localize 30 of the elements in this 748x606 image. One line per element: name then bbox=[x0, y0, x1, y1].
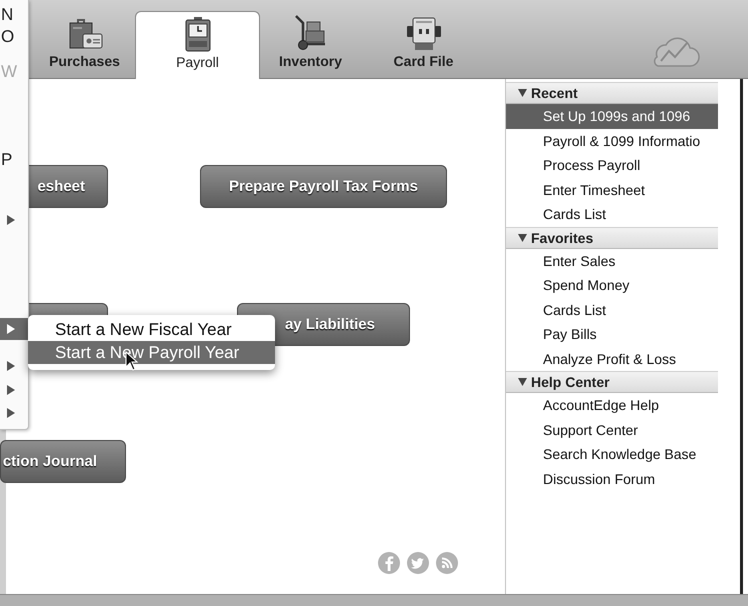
section-header[interactable]: Recent bbox=[506, 82, 718, 104]
submenu-arrow-icon bbox=[7, 408, 15, 418]
panel-link[interactable]: Enter Timesheet bbox=[506, 178, 718, 202]
panel-link[interactable]: Process Payroll bbox=[506, 153, 718, 178]
menu-item[interactable]: N bbox=[0, 4, 28, 26]
command-button[interactable]: ction Journal bbox=[0, 440, 126, 483]
panel-link[interactable]: Pay Bills bbox=[506, 322, 718, 346]
panel-link[interactable]: Cards List bbox=[506, 202, 718, 226]
menu-item[interactable]: O bbox=[0, 26, 28, 48]
submenu-arrow-icon bbox=[7, 324, 15, 334]
panel-link[interactable]: Payroll & 1099 Informatio bbox=[506, 128, 718, 153]
toolbar-tab[interactable]: Payroll bbox=[135, 11, 260, 79]
section-header[interactable]: Help Center bbox=[506, 371, 718, 393]
panel-link[interactable]: Support Center bbox=[506, 418, 718, 442]
panel-link[interactable]: Search Knowledge Base bbox=[506, 442, 718, 466]
panel-link[interactable]: Set Up 1099s and 1096 bbox=[506, 104, 718, 128]
panel-link[interactable]: Discussion Forum bbox=[506, 466, 718, 491]
panel-link[interactable]: Spend Money bbox=[506, 273, 718, 298]
panel-link[interactable]: Enter Sales bbox=[506, 248, 718, 273]
toolbar-tab[interactable]: Card File bbox=[367, 11, 480, 79]
menu-item[interactable] bbox=[0, 318, 28, 340]
submenu-arrow-icon bbox=[7, 361, 15, 371]
submenu-arrow-icon bbox=[7, 385, 15, 395]
card-file-icon bbox=[406, 15, 442, 51]
panel-link[interactable]: Analyze Profit & Loss bbox=[506, 346, 718, 371]
section-header[interactable]: Favorites bbox=[506, 226, 718, 248]
submenu-arrow-icon bbox=[7, 215, 15, 225]
command-button[interactable]: Prepare Payroll Tax Forms bbox=[200, 165, 447, 208]
panel-link[interactable]: AccountEdge Help bbox=[506, 393, 718, 418]
panel-link[interactable]: Cards List bbox=[506, 298, 718, 322]
